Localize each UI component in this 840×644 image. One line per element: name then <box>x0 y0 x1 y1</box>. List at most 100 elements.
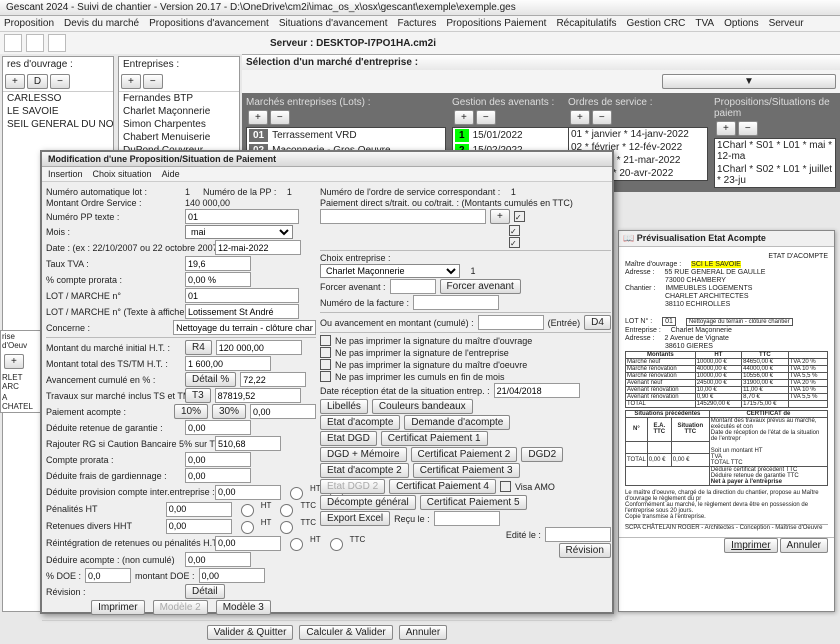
inp-prov[interactable] <box>215 485 281 500</box>
mo-plus[interactable]: + <box>5 74 25 89</box>
inp-rajrg[interactable] <box>215 436 281 451</box>
mo-d[interactable]: D <box>27 74 48 89</box>
prev-imprimer[interactable]: Imprimer <box>724 538 777 553</box>
btn-t3[interactable]: T3 <box>185 388 211 403</box>
dlg-menu-insertion[interactable]: Insertion <box>48 169 83 179</box>
btn-cert3[interactable]: Certificat Paiement 3 <box>413 463 520 478</box>
inp-ac[interactable] <box>250 404 316 419</box>
dlg-menu-aide[interactable]: Aide <box>162 169 180 179</box>
marche-num[interactable]: 01 <box>249 129 268 142</box>
ent-minus[interactable]: − <box>143 74 163 89</box>
ent-item[interactable]: Charlet Maçonnerie <box>119 105 239 118</box>
btn-10[interactable]: 10% <box>174 404 208 419</box>
btn-30[interactable]: 30% <box>212 404 246 419</box>
btn-modele2[interactable]: Modèle 2 <box>153 600 208 615</box>
inp-forcer[interactable] <box>390 279 436 294</box>
ent-item[interactable]: Simon Charpentes <box>119 118 239 131</box>
menu-sit-av[interactable]: Situations d'avancement <box>279 18 388 29</box>
btn-etat-ac[interactable]: Etat d'acompte <box>320 415 400 430</box>
chk-p2[interactable] <box>509 225 520 236</box>
os-row[interactable]: 01 * janvier * 14-janv-2022 <box>569 128 707 141</box>
btn-modele3[interactable]: Modèle 3 <box>216 600 271 615</box>
btn-detail[interactable]: Détail % <box>185 372 236 387</box>
ent-item[interactable]: Chabert Menuiserie <box>119 131 239 144</box>
btn-dgd[interactable]: Etat DGD <box>320 431 377 446</box>
menu-options[interactable]: Options <box>724 18 758 29</box>
mo-item[interactable]: LE SAVOIE <box>3 105 113 118</box>
r-ht2[interactable] <box>241 504 254 517</box>
inp-frais[interactable] <box>185 468 251 483</box>
sel-mois[interactable]: mai <box>185 225 293 239</box>
inp-doem[interactable] <box>199 568 265 583</box>
o-plus[interactable]: + <box>570 110 590 125</box>
s-plus[interactable]: + <box>4 354 24 369</box>
btn-libelles[interactable]: Libellés <box>320 399 368 414</box>
btn-revision[interactable]: Révision <box>559 543 611 558</box>
btn-demande[interactable]: Demande d'acompte <box>404 415 510 430</box>
btn-cert5[interactable]: Certificat Paiement 5 <box>420 495 527 510</box>
btn-annuler[interactable]: Annuler <box>399 625 447 640</box>
btn-valider-quitter[interactable]: Valider & Quitter <box>207 625 294 640</box>
tool-icon-1[interactable] <box>4 34 22 52</box>
a-minus[interactable]: − <box>476 110 496 125</box>
p-minus[interactable]: − <box>738 121 758 136</box>
btn-imprimer[interactable]: Imprimer <box>91 600 144 615</box>
inp-edite[interactable] <box>545 527 611 542</box>
menu-tva[interactable]: TVA <box>695 18 714 29</box>
inp-tva[interactable] <box>185 256 251 271</box>
chk-sig-mo[interactable] <box>320 335 331 346</box>
inp-cprr[interactable] <box>185 452 251 467</box>
strip-item[interactable]: RLET ARC <box>1 372 41 392</box>
inp-conc[interactable] <box>173 320 316 335</box>
btn-detail2[interactable]: Détail <box>185 584 225 599</box>
inp-av[interactable] <box>240 372 306 387</box>
ent-plus[interactable]: + <box>121 74 141 89</box>
chk-p3[interactable] <box>509 237 520 248</box>
dlg-menu-choix[interactable]: Choix situation <box>93 169 152 179</box>
r-ht3[interactable] <box>241 521 254 534</box>
prev-annuler[interactable]: Annuler <box>780 538 828 553</box>
btn-r4[interactable]: R4 <box>185 340 212 355</box>
btn-cert1[interactable]: Certificat Paiement 1 <box>381 431 488 446</box>
ent-list[interactable]: Fernandes BTP Charlet Maçonnerie Simon C… <box>119 91 239 152</box>
prop-row[interactable]: 1Charl * S01 * L01 * mai * 12-ma <box>715 139 835 163</box>
inp-retdiv[interactable] <box>166 519 232 534</box>
av-num[interactable]: 1 <box>455 129 469 142</box>
inp-pptxt[interactable] <box>185 209 299 224</box>
sel-dropdown[interactable]: ▼ <box>662 74 836 89</box>
a-plus[interactable]: + <box>454 110 474 125</box>
btn-cert4[interactable]: Certificat Paiement 4 <box>389 479 496 494</box>
btn-cert2[interactable]: Certificat Paiement 2 <box>411 447 518 462</box>
r-ttc3[interactable] <box>280 521 293 534</box>
chk-visa[interactable] <box>500 481 511 492</box>
menu-crc[interactable]: Gestion CRC <box>626 18 685 29</box>
inp-recu[interactable] <box>434 511 500 526</box>
btn-etat-ac2[interactable]: Etat d'acompte 2 <box>320 463 409 478</box>
sel-choix-ent[interactable]: Charlet Maçonnerie <box>320 264 460 278</box>
mo-minus[interactable]: − <box>50 74 70 89</box>
menu-devis[interactable]: Devis du marché <box>64 18 139 29</box>
inp-doe[interactable] <box>85 568 131 583</box>
btn-d4[interactable]: D4 <box>584 315 611 330</box>
chk-cumuls[interactable] <box>320 371 331 382</box>
strip-item[interactable]: A CHATEL <box>1 392 41 412</box>
r-ht[interactable] <box>290 487 303 500</box>
inp-reint[interactable] <box>215 536 281 551</box>
tool-icon-2[interactable] <box>26 34 44 52</box>
chk-sig-ent[interactable] <box>320 347 331 358</box>
menu-recap[interactable]: Récapitulatifs <box>556 18 616 29</box>
btn-dgdmem[interactable]: DGD + Mémoire <box>320 447 407 462</box>
chk-p1[interactable] <box>514 211 525 222</box>
menu-serveur[interactable]: Serveur <box>769 18 804 29</box>
btn-etatdgd2[interactable]: Etat DGD 2 <box>320 479 385 494</box>
inp-numfact[interactable] <box>413 295 499 310</box>
menu-prop-av[interactable]: Propositions d'avancement <box>149 18 269 29</box>
r-ht4[interactable] <box>290 538 303 551</box>
inp-dedgar[interactable] <box>185 420 251 435</box>
inp-cpr[interactable] <box>185 272 251 287</box>
btn-calc-valider[interactable]: Calculer & Valider <box>299 625 392 640</box>
inp-lot[interactable] <box>185 288 299 303</box>
inp-tm[interactable] <box>215 388 301 403</box>
inp-paiement[interactable] <box>320 209 486 224</box>
tool-icon-3[interactable] <box>48 34 66 52</box>
